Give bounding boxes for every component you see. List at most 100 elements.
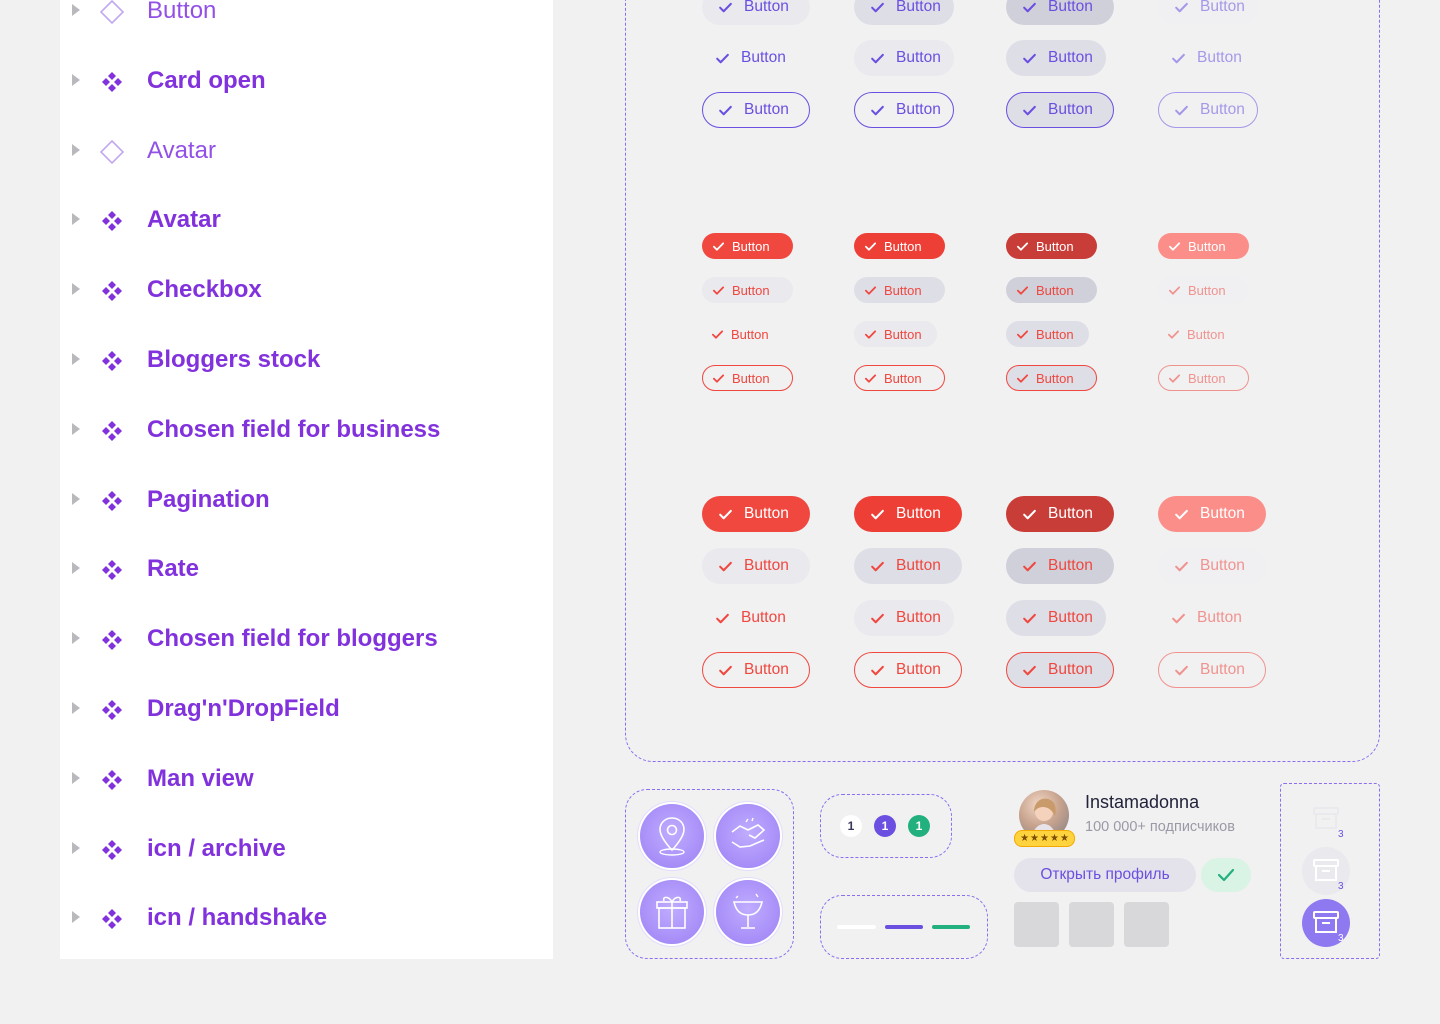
button-label: Button bbox=[1197, 49, 1242, 66]
violet-outline-button-hover[interactable]: Button bbox=[854, 92, 954, 128]
expand-caret-icon[interactable] bbox=[72, 143, 80, 156]
expand-caret-icon[interactable] bbox=[72, 632, 80, 645]
layer-row[interactable]: Pagination bbox=[60, 480, 553, 520]
red-text-button-pressed[interactable]: Button bbox=[1006, 321, 1089, 347]
red-filled-button-pressed[interactable]: Button bbox=[1006, 233, 1097, 259]
check-icon bbox=[1167, 329, 1180, 339]
violet-outline-button-disabled[interactable]: Button bbox=[1158, 92, 1258, 128]
layer-row[interactable]: Drag'n'DropField bbox=[60, 689, 553, 729]
button-label: Button bbox=[1036, 238, 1074, 254]
expand-caret-icon[interactable] bbox=[72, 353, 80, 365]
red-tonal-button-default[interactable]: Button bbox=[702, 277, 793, 303]
expand-caret-icon[interactable] bbox=[72, 4, 80, 16]
button-label: Button bbox=[732, 370, 770, 386]
check-icon bbox=[864, 241, 877, 251]
layer-row[interactable]: Man view bbox=[60, 759, 553, 799]
component-icon bbox=[102, 769, 122, 790]
check-icon bbox=[1172, 53, 1185, 63]
layer-row[interactable]: Card open bbox=[60, 61, 553, 101]
star-icon: ★ bbox=[1059, 832, 1069, 844]
red-outline-button-disabled[interactable]: Button bbox=[1158, 365, 1249, 391]
expand-caret-icon[interactable] bbox=[72, 73, 80, 86]
button-label: Button bbox=[744, 505, 789, 522]
button-label: Button bbox=[1048, 49, 1093, 66]
layer-row[interactable]: Checkbox bbox=[60, 270, 553, 310]
red-text-button-default[interactable]: Button bbox=[702, 321, 778, 347]
violet-text-button-default[interactable]: Button bbox=[702, 40, 802, 76]
red-text-button-pressed[interactable]: Button bbox=[1006, 600, 1106, 636]
red-filled-button-hover[interactable]: Button bbox=[854, 496, 962, 532]
expand-caret-icon[interactable] bbox=[72, 702, 80, 714]
expand-caret-icon[interactable] bbox=[72, 283, 80, 296]
red-tonal-button-pressed[interactable]: Button bbox=[1006, 548, 1114, 584]
layer-row[interactable]: Chosen field for business bbox=[60, 410, 553, 450]
progress-segment-violet bbox=[885, 925, 923, 929]
layer-row[interactable]: Rate bbox=[60, 549, 553, 589]
red-outline-button-hover[interactable]: Button bbox=[854, 365, 945, 391]
expand-caret-icon[interactable] bbox=[72, 911, 80, 924]
red-text-button-disabled[interactable]: Button bbox=[1158, 321, 1234, 347]
button-label: Button bbox=[1200, 557, 1245, 574]
red-tonal-button-disabled[interactable]: Button bbox=[1158, 277, 1249, 303]
star-icon: ★ bbox=[1020, 832, 1030, 844]
violet-outline-button-pressed[interactable]: Button bbox=[1006, 92, 1114, 128]
red-filled-button-disabled[interactable]: Button bbox=[1158, 496, 1266, 532]
button-label: Button bbox=[1048, 505, 1093, 522]
red-outline-button-default[interactable]: Button bbox=[702, 365, 793, 391]
violet-tonal-button-default[interactable]: Button bbox=[702, 0, 810, 25]
violet-outline-button-default[interactable]: Button bbox=[702, 92, 810, 128]
red-outline-button-hover[interactable]: Button bbox=[854, 652, 962, 688]
red-filled-button-hover[interactable]: Button bbox=[854, 233, 945, 259]
red-outline-button-pressed[interactable]: Button bbox=[1006, 652, 1114, 688]
violet-text-button-disabled[interactable]: Button bbox=[1158, 40, 1258, 76]
layer-row[interactable]: Avatar bbox=[60, 131, 553, 171]
layer-row[interactable]: Avatar bbox=[60, 200, 553, 240]
red-text-button-disabled[interactable]: Button bbox=[1158, 600, 1258, 636]
confirm-button[interactable] bbox=[1201, 858, 1251, 892]
pagination-item-active[interactable]: 1 bbox=[874, 815, 896, 837]
violet-tonal-button-hover[interactable]: Button bbox=[854, 0, 954, 25]
expand-caret-icon[interactable] bbox=[72, 422, 80, 435]
red-tonal-button-hover[interactable]: Button bbox=[854, 548, 962, 584]
red-filled-button-disabled[interactable]: Button bbox=[1158, 233, 1249, 259]
expand-caret-icon[interactable] bbox=[72, 213, 80, 226]
red-text-button-hover[interactable]: Button bbox=[854, 600, 954, 636]
violet-tonal-button-disabled[interactable]: Button bbox=[1158, 0, 1258, 25]
button-label: Button bbox=[896, 101, 941, 118]
red-outline-button-disabled[interactable]: Button bbox=[1158, 652, 1266, 688]
violet-text-button-hover[interactable]: Button bbox=[854, 40, 954, 76]
expand-caret-icon[interactable] bbox=[72, 562, 80, 575]
expand-caret-icon[interactable] bbox=[72, 492, 80, 505]
red-outline-button-default[interactable]: Button bbox=[702, 652, 810, 688]
component-icon bbox=[102, 351, 122, 371]
component-icon bbox=[102, 909, 122, 930]
layer-label: Drag'n'DropField bbox=[147, 695, 340, 722]
red-tonal-button-pressed[interactable]: Button bbox=[1006, 277, 1097, 303]
violet-text-button-pressed[interactable]: Button bbox=[1006, 40, 1106, 76]
layer-row[interactable]: icn / handshake bbox=[60, 898, 553, 938]
red-filled-button-pressed[interactable]: Button bbox=[1006, 496, 1114, 532]
open-profile-button[interactable]: Открыть профиль bbox=[1014, 858, 1196, 892]
red-filled-button-default[interactable]: Button bbox=[702, 233, 793, 259]
check-icon bbox=[719, 561, 732, 571]
red-tonal-button-hover[interactable]: Button bbox=[854, 277, 945, 303]
layer-row[interactable]: Chosen field for bloggers bbox=[60, 619, 553, 659]
red-tonal-button-default[interactable]: Button bbox=[702, 548, 810, 584]
open-profile-label: Открыть профиль bbox=[1040, 866, 1170, 883]
red-text-button-default[interactable]: Button bbox=[702, 600, 802, 636]
expand-caret-icon[interactable] bbox=[72, 771, 80, 784]
button-label: Button bbox=[1048, 0, 1093, 15]
layer-row[interactable]: icn / archive bbox=[60, 829, 553, 869]
red-text-button-hover[interactable]: Button bbox=[854, 321, 937, 347]
pagination-item-success[interactable]: 1 bbox=[908, 815, 930, 837]
red-filled-button-default[interactable]: Button bbox=[702, 496, 810, 532]
layer-row[interactable]: Bloggers stock bbox=[60, 340, 553, 380]
button-label: Button bbox=[1036, 326, 1074, 342]
expand-caret-icon[interactable] bbox=[72, 841, 80, 854]
pagination-item-default[interactable]: 1 bbox=[840, 815, 862, 837]
violet-tonal-button-pressed[interactable]: Button bbox=[1006, 0, 1114, 25]
red-outline-button-pressed[interactable]: Button bbox=[1006, 365, 1097, 391]
layer-label: Man view bbox=[147, 764, 254, 792]
layer-row[interactable]: Button bbox=[60, 0, 553, 31]
red-tonal-button-disabled[interactable]: Button bbox=[1158, 548, 1266, 584]
